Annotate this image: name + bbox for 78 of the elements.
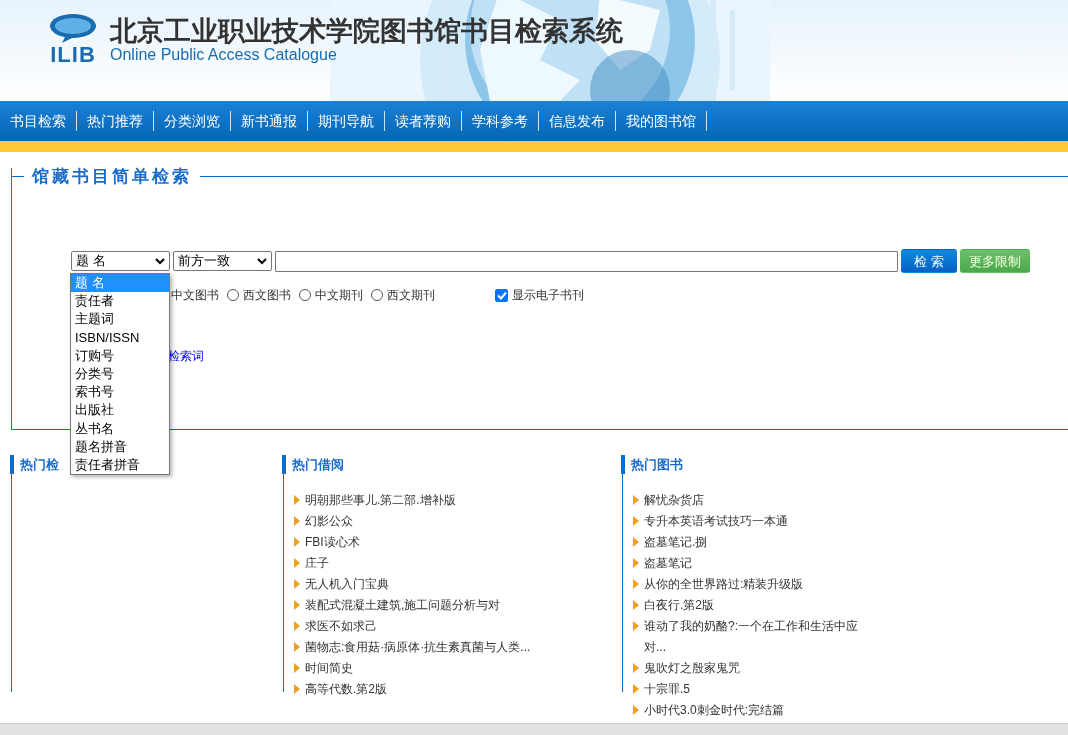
arrow-icon bbox=[633, 495, 639, 505]
book-link[interactable]: 专升本英语考试技巧一本通 bbox=[644, 511, 788, 532]
field-select[interactable]: 题 名 bbox=[71, 251, 170, 271]
checkbox[interactable] bbox=[495, 288, 508, 302]
book-link[interactable]: 明朝那些事儿.第二部.增补版 bbox=[305, 490, 456, 511]
arrow-icon bbox=[633, 705, 639, 715]
checkbox-label: 显示电子书刊 bbox=[512, 287, 584, 304]
nav-link[interactable]: 读者荐购 bbox=[385, 101, 461, 141]
arrow-icon bbox=[294, 579, 300, 589]
dropdown-option[interactable]: 丛书名 bbox=[71, 419, 169, 438]
book-link[interactable]: 小时代3.0刺金时代:完结篇 bbox=[644, 700, 784, 721]
nav-link[interactable]: 我的图书馆 bbox=[616, 101, 706, 141]
book-link[interactable]: 装配式混凝土建筑,施工问题分析与对 bbox=[305, 595, 501, 616]
arrow-icon bbox=[294, 684, 300, 694]
arrow-icon bbox=[294, 495, 300, 505]
arrow-icon bbox=[294, 600, 300, 610]
arrow-icon bbox=[633, 516, 639, 526]
chevron-down-icon bbox=[155, 257, 165, 265]
nav-link[interactable]: 书目检索 bbox=[0, 101, 76, 141]
book-link[interactable]: FBI读心术 bbox=[305, 532, 360, 553]
dropdown-option[interactable]: 责任者拼音 bbox=[71, 456, 169, 475]
book-link[interactable]: 无人机入门宝典 bbox=[305, 574, 389, 595]
arrow-icon bbox=[294, 621, 300, 631]
nav-link[interactable]: 分类浏览 bbox=[154, 101, 230, 141]
panel-title: 热门借阅 bbox=[282, 455, 622, 474]
arrow-icon bbox=[294, 663, 300, 673]
book-link[interactable]: 十宗罪.5 bbox=[644, 679, 690, 700]
dropdown-option[interactable]: 题名拼音 bbox=[71, 437, 169, 457]
radio-label: 西文期刊 bbox=[387, 287, 435, 304]
arrow-icon bbox=[633, 579, 639, 589]
panel-title: 热门图书 bbox=[621, 455, 1068, 474]
arrow-icon bbox=[633, 537, 639, 547]
book-link[interactable]: 谁动了我的奶酪?:一个在工作和生活中应对... bbox=[644, 616, 878, 658]
nav-link[interactable]: 热门推荐 bbox=[77, 101, 153, 141]
dropdown-option[interactable]: 责任者 bbox=[71, 292, 169, 311]
book-link[interactable]: 菌物志:食用菇·病原体·抗生素真菌与人类... bbox=[305, 637, 531, 658]
site-title: 北京工业职业技术学院图书馆书目检索系统 bbox=[110, 14, 623, 48]
arrow-icon bbox=[294, 642, 300, 652]
radio-label: 西文图书 bbox=[243, 287, 291, 304]
match-select[interactable]: 前方一致 bbox=[173, 251, 272, 271]
book-link[interactable]: 庄子 bbox=[305, 553, 329, 574]
radio-label: 中文期刊 bbox=[315, 287, 363, 304]
nav-link[interactable]: 新书通报 bbox=[231, 101, 307, 141]
arrow-icon bbox=[633, 600, 639, 610]
radio-label: 中文图书 bbox=[171, 287, 219, 304]
dropdown-option[interactable]: 出版社 bbox=[71, 401, 169, 420]
chevron-down-icon bbox=[257, 257, 267, 265]
book-link[interactable]: 幻影公众 bbox=[305, 511, 353, 532]
speech-bubble-icon bbox=[48, 12, 98, 44]
nav-link[interactable]: 期刊导航 bbox=[308, 101, 384, 141]
book-link[interactable]: 白夜行.第2版 bbox=[644, 595, 714, 616]
arrow-icon bbox=[294, 558, 300, 568]
nav-link[interactable]: 学科参考 bbox=[462, 101, 538, 141]
dropdown-option[interactable]: 分类号 bbox=[71, 365, 169, 384]
book-link[interactable]: 盗墓笔记.捌 bbox=[644, 532, 708, 553]
book-link[interactable]: 求医不如求己 bbox=[305, 616, 377, 637]
nav-link[interactable]: 信息发布 bbox=[539, 101, 615, 141]
arrow-icon bbox=[633, 684, 639, 694]
search-button[interactable]: 检 索 bbox=[901, 249, 957, 273]
dropdown-option[interactable]: 主题词 bbox=[71, 310, 169, 329]
arrow-icon bbox=[294, 516, 300, 526]
arrow-icon bbox=[633, 621, 639, 631]
site-subtitle: Online Public Access Catalogue bbox=[110, 47, 338, 64]
arrow-icon bbox=[633, 663, 639, 673]
book-link[interactable]: 时间简史 bbox=[305, 658, 353, 679]
dropdown-option[interactable]: 订购号 bbox=[71, 346, 169, 365]
dropdown-option[interactable]: ISBN/ISSN bbox=[71, 328, 169, 347]
section-title: 馆藏书目简单检索 bbox=[30, 168, 193, 185]
arrow-icon bbox=[294, 537, 300, 547]
book-link[interactable]: 鬼吹灯之殷家鬼咒 bbox=[644, 658, 740, 679]
book-link[interactable]: 高等代数.第2版 bbox=[305, 679, 387, 700]
book-link[interactable]: 解忧杂货店 bbox=[644, 490, 704, 511]
keyword-input[interactable] bbox=[275, 250, 898, 272]
arrow-icon bbox=[633, 558, 639, 568]
book-link[interactable]: 从你的全世界路过:精装升级版 bbox=[644, 574, 804, 595]
book-link[interactable]: 盗墓笔记 bbox=[644, 553, 692, 574]
logo-text: ILIB bbox=[50, 44, 96, 66]
dropdown-option[interactable]: 索书号 bbox=[71, 383, 169, 402]
